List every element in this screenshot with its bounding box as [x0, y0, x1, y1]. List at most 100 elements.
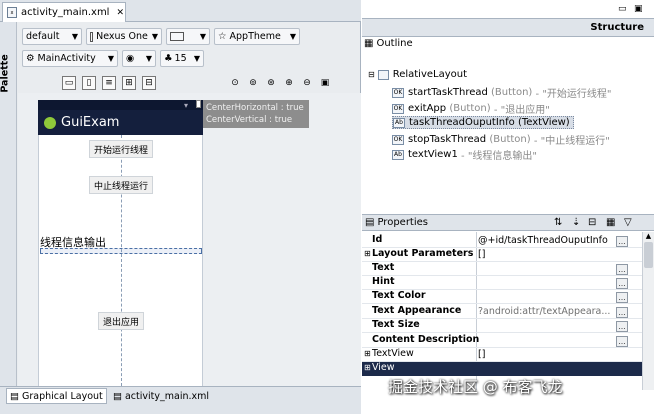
collapse-all-icon[interactable]: ⊟ [588, 217, 596, 228]
property-label: Text Appearance [372, 305, 462, 316]
property-edit-button[interactable]: … [616, 292, 628, 303]
outline-item-start-thread[interactable]: OK startTaskThread (Button) - "开始运行线程" [392, 85, 612, 100]
properties-scrollbar[interactable]: ▲ [642, 232, 654, 390]
hint-center-vertical: CenterVertical : true [206, 115, 293, 125]
api-level-dropdown[interactable]: ♣ 15 ▼ [160, 50, 204, 67]
stop-thread-button[interactable]: 中止线程运行 [89, 176, 153, 194]
center-guide-vertical [121, 135, 122, 386]
scroll-thumb[interactable] [644, 242, 653, 268]
close-icon[interactable]: ✕ [116, 8, 124, 18]
property-row-text-size[interactable]: Text Size [362, 319, 654, 333]
property-row-content-description[interactable]: Content Description [362, 334, 654, 348]
property-label: Layout Parameters [372, 248, 474, 259]
property-row-text[interactable]: Text [362, 262, 654, 276]
xml-file-icon: ▤ [113, 390, 122, 402]
properties-icon: ▤ [365, 217, 375, 228]
property-row-layout-parameters[interactable]: ⊞ Layout Parameters [362, 248, 654, 262]
property-edit-button[interactable]: … [616, 307, 628, 318]
theme-config-label: default [26, 31, 60, 42]
structure-header: Structure [362, 18, 654, 37]
chevron-down-icon: ▼ [71, 32, 78, 41]
start-thread-button[interactable]: 开始运行线程 [89, 140, 153, 158]
margins-icon[interactable]: ⊞ [122, 76, 136, 90]
app-theme-dropdown[interactable]: ☆ AppTheme ▼ [214, 28, 300, 45]
gravity-icon[interactable]: ⊟ [142, 76, 156, 90]
button-node-icon: OK [392, 87, 404, 98]
property-edit-button[interactable]: … [616, 336, 628, 347]
scroll-indicator [196, 100, 201, 108]
property-value-text-appearance[interactable]: ?android:attr/textAppeara... [478, 306, 612, 317]
property-label: TextView [372, 348, 414, 359]
zoom-in-icon[interactable]: ⊕ [282, 76, 296, 90]
property-label: Text Color [372, 290, 426, 301]
activity-dropdown[interactable]: ⚙ MainActivity ▼ [22, 50, 118, 67]
property-row-textview-group[interactable]: ⊞ TextView [362, 348, 654, 362]
outline-tree-root[interactable]: ⊟ RelativeLayout [368, 69, 467, 80]
minimize-icon[interactable]: ▭ [618, 4, 627, 14]
outline-item-exit-app[interactable]: OK exitApp (Button) - "退出应用" [392, 101, 550, 116]
chevron-down-icon: ▼ [107, 54, 114, 63]
toggle-fill-height-icon[interactable]: ▯ [82, 76, 96, 90]
orientation-dropdown[interactable]: ▼ [166, 28, 210, 45]
exit-app-button[interactable]: 退出应用 [98, 312, 144, 330]
property-label: View [372, 362, 395, 373]
maximize-icon[interactable]: ▣ [634, 4, 643, 14]
button-node-icon: OK [392, 103, 404, 114]
outline-item-text: - "退出应用" [493, 105, 550, 116]
orientation-icon [170, 32, 184, 41]
outline-item-text: - "开始运行线程" [535, 89, 612, 100]
sort-icon[interactable]: ⇅ [554, 217, 562, 228]
layout-actions: ▭ ▯ ≡ ⊞ ⊟ [62, 76, 156, 90]
device-label: Nexus One [96, 31, 148, 42]
outline-header: ▦ Outline [364, 38, 413, 49]
filter-icon[interactable]: ▽ [624, 217, 632, 228]
chevron-down-icon: ▼ [193, 54, 200, 63]
outline-item-text: - "中止线程运行" [533, 136, 610, 147]
zoom-actual-icon[interactable]: ⊛ [264, 76, 278, 90]
device-dropdown[interactable]: Nexus One ▼ [86, 28, 162, 45]
editor-tab-label: activity_main.xml [21, 7, 110, 18]
property-row-hint[interactable]: Hint [362, 276, 654, 290]
scroll-up-icon[interactable]: ▲ [643, 232, 654, 240]
collapse-icon[interactable]: ⊟ [368, 70, 375, 79]
expand-icon[interactable]: ⊞ [364, 349, 371, 358]
structure-title: Structure [590, 22, 644, 33]
star-icon: ☆ [218, 31, 227, 42]
app-theme-label: AppTheme [229, 31, 281, 42]
action-bar: GuiExam [38, 110, 203, 135]
property-edit-button[interactable]: … [616, 321, 628, 332]
grid-icon[interactable]: ▦ [606, 217, 615, 228]
property-edit-button[interactable]: … [616, 264, 628, 275]
zoom-out-icon[interactable]: ⊖ [300, 76, 314, 90]
tab-xml-source[interactable]: ▤ activity_main.xml [110, 388, 212, 404]
outline-item-stop-thread[interactable]: OK stopTaskThread (Button) - "中止线程运行" [392, 132, 610, 147]
zoom-emulate-icon[interactable]: ⊙ [228, 76, 242, 90]
toggle-fill-width-icon[interactable]: ▭ [62, 76, 76, 90]
outline-title: Outline [376, 38, 413, 49]
tab-graphical-layout[interactable]: ▤ Graphical Layout [6, 388, 107, 404]
property-row-view-group[interactable]: ⊞ View [362, 362, 654, 376]
show-advanced-icon[interactable]: ⇣ [572, 217, 580, 228]
zoom-fit-icon[interactable]: ⊚ [246, 76, 260, 90]
api-level-label: 15 [174, 53, 187, 64]
outline-icon: ▦ [364, 38, 374, 49]
hint-center-horizontal: CenterHorizontal : true [206, 103, 304, 113]
property-row-text-color[interactable]: Text Color [362, 290, 654, 304]
chevron-down-icon: ▼ [145, 54, 152, 63]
expand-icon[interactable]: ⊞ [364, 249, 371, 258]
palette-bar[interactable]: Palette [0, 22, 17, 386]
locale-dropdown[interactable]: ◉ ▼ [122, 50, 156, 67]
expand-icon[interactable]: ⊞ [364, 363, 371, 372]
property-edit-button[interactable]: … [616, 236, 628, 247]
property-value-id[interactable]: @+id/taskThreadOuputInfo [478, 235, 610, 246]
screenshot-icon[interactable]: ▣ [318, 76, 332, 90]
editor-tab-activity-main[interactable]: x activity_main.xml ✕ [2, 2, 126, 22]
align-baseline-icon[interactable]: ≡ [102, 76, 116, 90]
globe-icon: ◉ [126, 53, 135, 64]
outline-item-textview1[interactable]: Ab textView1 - "线程信息输出" [392, 147, 537, 162]
textview-node-icon: Ab [393, 117, 405, 128]
outline-item-output-info-selected[interactable]: Ab taskThreadOuputInfo (TextView) [392, 116, 574, 129]
selected-textview-outline[interactable] [40, 248, 202, 254]
property-edit-button[interactable]: … [616, 278, 628, 289]
theme-config-dropdown[interactable]: default ▼ [22, 28, 82, 45]
